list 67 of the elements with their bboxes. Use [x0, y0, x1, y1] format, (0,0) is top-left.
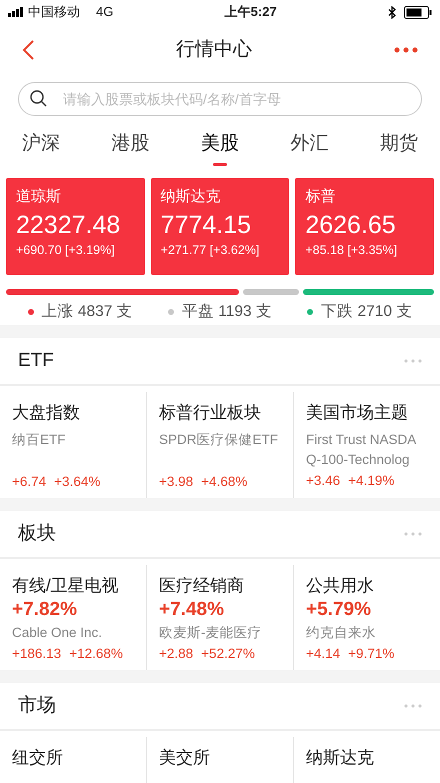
search-icon [30, 90, 47, 107]
index-change: +690.70 [+3.19%] [16, 242, 116, 259]
item-name[interactable]: 美国市场主题 [306, 400, 440, 426]
section-title: ETF [18, 348, 54, 373]
sector-change: +7.82% [12, 598, 78, 622]
market-tab[interactable]: 美股 [189, 122, 251, 168]
change-value: +3.98 [159, 474, 194, 488]
item-name[interactable]: 大盘指数 [12, 400, 146, 426]
leading-stock: 欧麦斯-麦能医疗 [159, 624, 262, 642]
change-percent: +9.71% [348, 646, 394, 661]
tab-indicator [213, 163, 227, 166]
leading-stock: Cable One Inc. [12, 624, 104, 642]
carrier-name: 中国移动 [28, 3, 80, 22]
sector-change: +7.48% [159, 598, 225, 622]
fund-name: First Trust NASDA [306, 430, 418, 448]
index-change: +85.18 [+3.35%] [305, 242, 398, 259]
change-percent: +4.19% [348, 473, 394, 488]
legend-label: 平盘 1193 支 [182, 302, 272, 322]
index-card[interactable]: 纳斯达克 7774.15 +271.77 [+3.62%] [150, 178, 290, 275]
index-value: 22327.48 [16, 210, 122, 240]
item-name[interactable]: 医疗经销商 [159, 572, 293, 598]
page-title: 行情中心 [176, 38, 252, 62]
change-percent: +52.27% [201, 646, 255, 661]
sector-change: +5.79% [306, 598, 372, 622]
battery-icon [404, 6, 432, 18]
index-name: 纳斯达克 [160, 187, 222, 207]
item-name[interactable]: 纽交所 [12, 745, 146, 771]
section-title: 市场 [18, 694, 56, 718]
market-tab[interactable]: 沪深 [10, 122, 72, 168]
change-percent: +12.68% [69, 646, 123, 661]
change-percent: +3.64% [54, 474, 100, 488]
fund-name: SPDR医疗保健ETF [159, 430, 280, 448]
index-change: +271.77 [+3.62%] [160, 242, 260, 259]
more-icon[interactable] [394, 47, 418, 53]
change-value: +186.13 [12, 646, 62, 661]
change-percent: +4.68% [201, 474, 248, 488]
item-name[interactable]: 纳斯达克 [306, 745, 440, 771]
section-title: 板块 [18, 522, 56, 546]
market-tab[interactable]: 期货 [368, 122, 430, 168]
market-tab[interactable]: 外汇 [278, 122, 340, 168]
change-value: +6.74 [12, 474, 46, 488]
change-value: +3.46 [306, 473, 340, 488]
fund-name: 纳百ETF [12, 430, 66, 448]
index-value: 7774.15 [160, 210, 252, 240]
legend-label: 下跌 2710 支 [321, 302, 412, 322]
breadth-bar [243, 289, 299, 295]
search-field[interactable]: 请输入股票或板块代码/名称/首字母 [18, 82, 422, 116]
network-type: 4G [96, 3, 114, 22]
index-name: 道琼斯 [16, 187, 62, 207]
market-tab[interactable]: 港股 [100, 122, 162, 168]
item-name[interactable]: 美交所 [159, 745, 293, 771]
leading-stock: 约克自来水 [306, 624, 377, 642]
back-icon[interactable] [22, 40, 34, 60]
signal-icon [8, 7, 24, 17]
fund-name: Q-100-Technolog [306, 451, 411, 470]
bluetooth-icon [388, 6, 396, 18]
item-name[interactable]: 有线/卫星电视 [12, 572, 146, 598]
item-name[interactable]: 标普行业板块 [159, 400, 293, 426]
index-value: 2626.65 [305, 210, 397, 240]
change-value: +2.88 [159, 646, 194, 661]
index-card[interactable]: 标普 2626.65 +85.18 [+3.35%] [295, 178, 434, 275]
index-name: 标普 [305, 187, 336, 207]
change-value: +4.14 [306, 646, 340, 661]
clock-time: 上午5:27 [224, 3, 277, 22]
legend-label: 上涨 4837 支 [42, 302, 133, 322]
item-name[interactable]: 公共用水 [306, 572, 440, 598]
index-card[interactable]: 道琼斯 22327.48 +690.70 [+3.19%] [6, 178, 145, 275]
